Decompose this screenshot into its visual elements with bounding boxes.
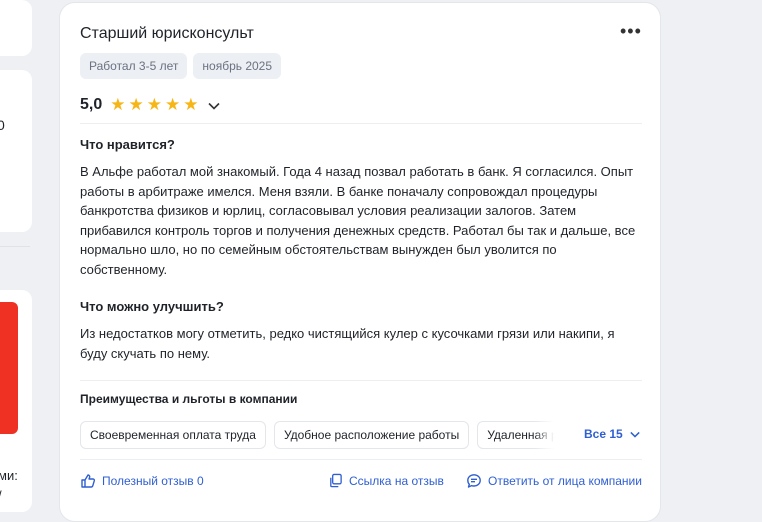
copy-link-label: Ссылка на отзыв — [349, 473, 444, 488]
tag-experience: Работал 3-5 лет — [80, 53, 188, 79]
benefit-chip[interactable]: Удобное расположение работы — [273, 421, 470, 449]
left-column: 0 ми: / — [0, 0, 34, 512]
likes-text: В Альфе работал мой знакомый. Года 4 наз… — [80, 164, 636, 277]
benefits-heading: Преимущества и льготы в компании — [80, 392, 298, 406]
chips-fade — [534, 421, 554, 449]
chat-bubble-icon — [467, 474, 481, 488]
likes-heading: Что нравится? — [80, 137, 175, 152]
left-divider — [0, 246, 30, 247]
review-card: Старший юрисконсульт ••• Работал 3-5 лет… — [59, 2, 661, 522]
copy-icon — [330, 473, 342, 488]
divider — [80, 123, 642, 124]
divider — [80, 459, 642, 460]
star-icon: ★ — [146, 95, 162, 114]
thumbs-up-icon — [81, 474, 96, 488]
review-tags: Работал 3-5 лет ноябрь 2025 — [80, 53, 282, 79]
star-icon: ★ — [110, 95, 126, 114]
star-icon: ★ — [128, 95, 144, 114]
rating-value: 5,0 — [80, 96, 103, 113]
divider — [80, 380, 642, 381]
improve-text: Из недостатков могу отметить, редко чист… — [80, 326, 615, 361]
chevron-down-icon — [630, 431, 640, 438]
left-card-top — [0, 0, 32, 56]
rating-row: 5,0 ★ ★ ★ ★ ★ — [80, 95, 220, 115]
helpful-button[interactable]: Полезный отзыв 0 — [80, 473, 204, 489]
tag-date: ноябрь 2025 — [193, 53, 282, 79]
left-card-value: 0 — [0, 117, 5, 133]
benefits-list: Своевременная оплата труда Удобное распо… — [80, 421, 554, 449]
left-card-middle — [0, 70, 32, 232]
star-icon: ★ — [183, 95, 199, 114]
promo-banner[interactable] — [0, 302, 18, 434]
benefit-chip[interactable]: Своевременная оплата труда — [80, 421, 266, 449]
review-title: Старший юрисконсульт — [80, 25, 254, 42]
left-card-text-2: / — [0, 488, 2, 503]
copy-link-button[interactable]: Ссылка на отзыв — [328, 473, 444, 488]
helpful-label: Полезный отзыв 0 — [102, 474, 204, 488]
chevron-down-icon[interactable] — [207, 98, 220, 113]
reply-button[interactable]: Ответить от лица компании — [466, 473, 642, 489]
star-icon: ★ — [165, 95, 181, 114]
improve-heading: Что можно улучшить? — [80, 299, 224, 314]
all-benefits-link[interactable]: Все 15 — [584, 427, 640, 441]
more-options-icon[interactable]: ••• — [620, 21, 642, 42]
reply-label: Ответить от лица компании — [488, 474, 642, 488]
all-benefits-label: Все 15 — [584, 427, 623, 441]
left-card-text: ми: — [0, 468, 18, 483]
